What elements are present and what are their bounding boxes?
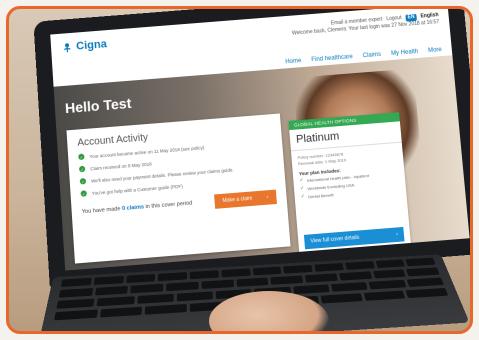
check-icon: ✓ — [78, 165, 86, 173]
chevron-right-icon: › — [266, 194, 269, 201]
laptop: Cigna Email a member expert Logout EN En… — [33, 9, 470, 289]
make-claim-label: Make a claim — [222, 195, 253, 205]
cigna-tree-icon — [63, 43, 71, 53]
account-activity-card: Account Activity ✓ Your account became a… — [66, 113, 291, 264]
photo-frame: Cigna Email a member expert Logout EN En… — [6, 6, 473, 334]
greeting-heading: Hello Test — [64, 94, 132, 117]
nav-home[interactable]: Home — [285, 58, 302, 65]
hero-banner: Hello Test Account Activity ✓ Your accou… — [53, 55, 470, 271]
chevron-right-icon: › — [395, 231, 399, 238]
laptop-screen: Cigna Email a member expert Logout EN En… — [50, 9, 470, 271]
claims-prefix: You have made — [81, 206, 121, 216]
claims-suffix: in this cover period — [145, 200, 193, 211]
activity-item-text: You've got help with a Customer guide (P… — [91, 183, 183, 196]
brand-logo[interactable]: Cigna — [61, 38, 107, 54]
nav-claims[interactable]: Claims — [363, 52, 382, 59]
nav-more[interactable]: More — [428, 47, 442, 54]
activity-item-text: Claim received on 9 May 2018 — [90, 160, 152, 171]
check-icon: ✓ — [299, 185, 305, 192]
check-icon: ✓ — [299, 177, 304, 184]
claims-count-link[interactable]: 0 claims — [122, 204, 144, 212]
claims-summary: You have made 0 claims in this cover per… — [82, 200, 193, 215]
header-account-area: Email a member expert Logout EN English … — [291, 12, 440, 38]
plan-benefit-text: Dental Benefit — [307, 191, 334, 199]
nav-find-healthcare[interactable]: Find healthcare — [311, 54, 353, 63]
check-icon: ✓ — [80, 190, 87, 197]
make-claim-button[interactable]: Make a claim › — [213, 189, 277, 209]
check-icon: ✓ — [79, 177, 87, 185]
view-cover-details-button[interactable]: View full cover details › — [303, 226, 405, 250]
check-icon: ✓ — [300, 193, 306, 200]
plan-card: GLOBAL HEALTH OPTIONS Platinum Policy nu… — [288, 112, 412, 256]
check-icon: ✓ — [78, 153, 85, 161]
brand-name: Cigna — [75, 38, 108, 53]
view-cover-label: View full cover details — [310, 234, 360, 245]
nav-my-health[interactable]: My Health — [391, 49, 419, 57]
